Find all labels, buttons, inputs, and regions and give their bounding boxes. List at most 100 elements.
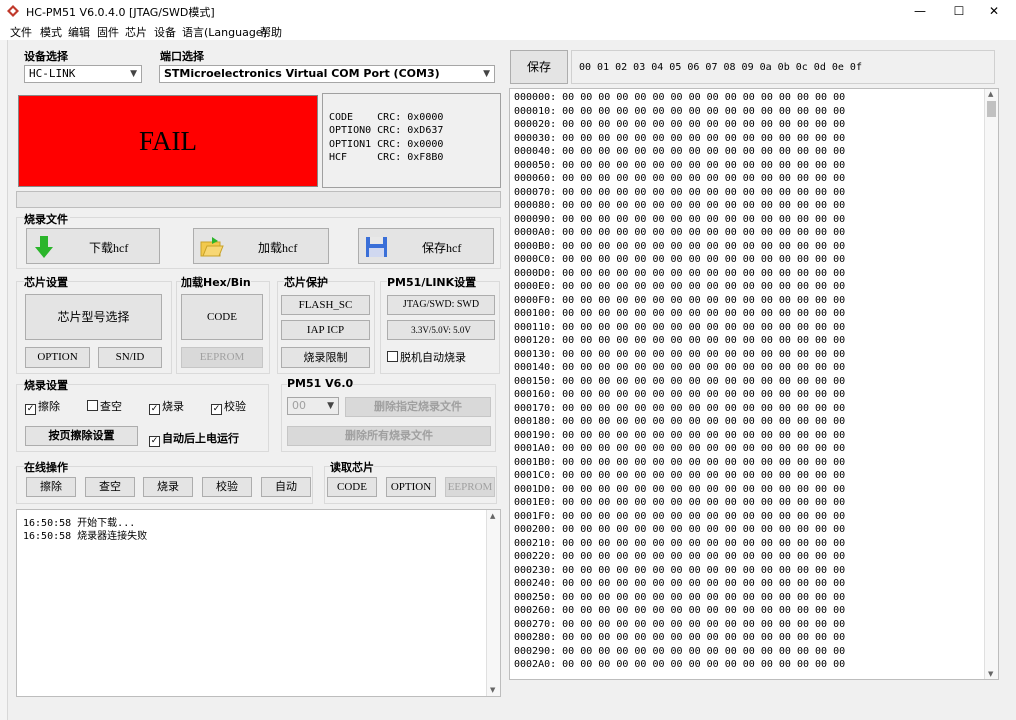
hex-row: 000230: 00 00 00 00 00 00 00 00 00 00 00… (514, 564, 846, 576)
hex-row: 000060: 00 00 00 00 00 00 00 00 00 00 00… (514, 173, 846, 184)
log-scrollbar[interactable]: ▲ ▼ (486, 510, 500, 696)
hex-row: 000050: 00 00 00 00 00 00 00 00 00 00 00… (514, 159, 846, 171)
hex-row: 0000F0: 00 00 00 00 00 00 00 00 00 00 00… (514, 294, 846, 306)
flash-sc-button[interactable]: FLASH_SC (281, 295, 370, 315)
hex-row: 000110: 00 00 00 00 00 00 00 00 00 00 00… (514, 321, 846, 333)
device-label: 设备选择 (24, 50, 68, 63)
check-icon: ✓ (149, 436, 160, 447)
burn-limit-button[interactable]: 烧录限制 (281, 347, 370, 368)
blank-check-checkbox[interactable]: 查空 (87, 398, 122, 414)
download-hcf-label: 下载hcf (89, 241, 129, 255)
scroll-up-icon[interactable]: ▲ (988, 90, 993, 98)
pm51link-label: PM51/LINK设置 (387, 274, 477, 290)
menu-device[interactable]: 设备 (154, 24, 176, 40)
verify-label: 校验 (224, 400, 246, 413)
hex-row: 0000C0: 00 00 00 00 00 00 00 00 00 00 00… (514, 254, 846, 265)
menu-language[interactable]: 语言(Language) (182, 24, 267, 40)
menu-file[interactable]: 文件 (10, 24, 32, 40)
load-eeprom-button[interactable]: EEPROM (181, 347, 263, 368)
pm51v6-select[interactable]: 00 ▼ (287, 397, 339, 415)
port-label: 端口选择 (160, 50, 204, 63)
port-select[interactable]: STMicroelectronics Virtual COM Port (COM… (159, 65, 495, 83)
verify-checkbox[interactable]: ✓ 校验 (211, 398, 246, 415)
folder-open-icon (200, 237, 224, 257)
hex-row: 000000: 00 00 00 00 00 00 00 00 00 00 00… (514, 92, 846, 103)
hex-row: 0001F0: 00 00 00 00 00 00 00 00 00 00 00… (514, 510, 846, 522)
hex-row: 0000D0: 00 00 00 00 00 00 00 00 00 00 00… (514, 267, 846, 279)
read-code-button[interactable]: CODE (327, 477, 377, 497)
hex-row: 000190: 00 00 00 00 00 00 00 00 00 00 00… (514, 429, 846, 441)
scroll-thumb[interactable] (987, 101, 996, 117)
hex-row: 000250: 00 00 00 00 00 00 00 00 00 00 00… (514, 591, 846, 603)
burn-checkbox[interactable]: ✓ 烧录 (149, 398, 184, 415)
erase-button[interactable]: 擦除 (26, 477, 76, 497)
log-panel[interactable]: 16:50:58 开始下载... 16:50:58 烧录器连接失败 ▲ ▼ (16, 509, 501, 697)
load-code-button[interactable]: CODE (181, 294, 263, 340)
scroll-down-icon[interactable]: ▼ (988, 670, 993, 678)
erase-label: 擦除 (38, 400, 60, 413)
menu-chip[interactable]: 芯片 (125, 24, 147, 40)
read-eeprom-button[interactable]: EEPROM (445, 477, 495, 497)
hex-row: 000090: 00 00 00 00 00 00 00 00 00 00 00… (514, 213, 846, 225)
minimize-button[interactable]: — (902, 0, 938, 22)
hex-save-button[interactable]: 保存 (510, 50, 568, 84)
burnfile-label: 烧录文件 (24, 211, 70, 227)
hex-row: 000020: 00 00 00 00 00 00 00 00 00 00 00… (514, 119, 846, 130)
hex-row: 000280: 00 00 00 00 00 00 00 00 00 00 00… (514, 632, 846, 643)
menu-edit[interactable]: 编辑 (68, 24, 90, 40)
checkbox-box (387, 351, 398, 362)
snid-button[interactable]: SN/ID (98, 347, 162, 368)
protect-label: 芯片保护 (284, 274, 328, 290)
hex-scrollbar[interactable]: ▲ ▼ (984, 89, 998, 679)
read-option-button[interactable]: OPTION (386, 477, 436, 497)
delete-all-button[interactable]: 删除所有烧录文件 (287, 426, 491, 446)
option-button[interactable]: OPTION (25, 347, 90, 368)
hex-row: 000040: 00 00 00 00 00 00 00 00 00 00 00… (514, 146, 846, 157)
hex-row: 000030: 00 00 00 00 00 00 00 00 00 00 00… (514, 132, 846, 144)
hex-row: 000100: 00 00 00 00 00 00 00 00 00 00 00… (514, 308, 846, 319)
close-button[interactable]: ✕ (976, 0, 1012, 22)
hex-row: 000260: 00 00 00 00 00 00 00 00 00 00 00… (514, 605, 846, 616)
crc-panel: CODE CRC: 0x0000 OPTION0 CRC: 0xD637 OPTIO… (322, 93, 501, 188)
hex-view[interactable]: 000000: 00 00 00 00 00 00 00 00 00 00 00… (509, 88, 999, 680)
jtag-swd-button[interactable]: JTAG/SWD: SWD (387, 295, 495, 315)
pm51v6-label: PM51 V6.0 (287, 377, 354, 390)
scroll-down-icon[interactable]: ▼ (490, 686, 495, 694)
menu-mode[interactable]: 模式 (40, 24, 62, 40)
hex-row: 000160: 00 00 00 00 00 00 00 00 00 00 00… (514, 389, 846, 400)
erase-checkbox[interactable]: ✓ 擦除 (25, 398, 60, 415)
device-select[interactable]: HC-LINK ▼ (24, 65, 142, 83)
autorun-checkbox[interactable]: ✓ 自动后上电运行 (149, 430, 239, 447)
iap-icp-button[interactable]: IAP ICP (281, 320, 370, 340)
progress-bar (16, 191, 501, 208)
window-title: HC-PM51 V6.0.4.0 [JTAG/SWD模式] (26, 6, 215, 19)
chevron-down-icon: ▼ (130, 69, 137, 79)
crc-hcf: HCF CRC: 0xF8B0 (329, 152, 444, 163)
verify-button[interactable]: 校验 (202, 477, 252, 497)
load-hcf-button[interactable]: 加载hcf (193, 228, 329, 264)
hex-row: 0001D0: 00 00 00 00 00 00 00 00 00 00 00… (514, 483, 846, 495)
maximize-button[interactable]: ☐ (941, 0, 977, 22)
page-erase-button[interactable]: 按页擦除设置 (25, 426, 138, 446)
blank-check-button[interactable]: 查空 (85, 477, 135, 497)
delete-file-button[interactable]: 删除指定烧录文件 (345, 397, 491, 417)
download-hcf-button[interactable]: 下载hcf (26, 228, 160, 264)
hex-row: 0001E0: 00 00 00 00 00 00 00 00 00 00 00… (514, 497, 846, 508)
title-bar: HC-PM51 V6.0.4.0 [JTAG/SWD模式] — ☐ ✕ (0, 0, 1016, 22)
voltage-button[interactable]: 3.3V/5.0V: 5.0V (387, 320, 495, 340)
chevron-down-icon: ▼ (483, 69, 490, 79)
burnset-label: 烧录设置 (24, 377, 68, 393)
menu-firmware[interactable]: 固件 (97, 24, 119, 40)
hex-row: 000010: 00 00 00 00 00 00 00 00 00 00 00… (514, 105, 846, 117)
auto-button[interactable]: 自动 (261, 477, 311, 497)
hex-row: 0001A0: 00 00 00 00 00 00 00 00 00 00 00… (514, 443, 846, 454)
menu-help[interactable]: 帮助 (260, 24, 282, 40)
hex-row: 0001B0: 00 00 00 00 00 00 00 00 00 00 00… (514, 456, 846, 468)
save-hcf-button[interactable]: 保存hcf (358, 228, 494, 264)
burn-button[interactable]: 烧录 (143, 477, 193, 497)
offline-auto-checkbox[interactable]: 脱机自动烧录 (387, 349, 466, 365)
scroll-up-icon[interactable]: ▲ (490, 512, 495, 520)
check-icon: ✓ (25, 404, 36, 415)
menu-bar: 文件 模式 编辑 固件 芯片 设备 语言(Language) 帮助 (0, 22, 1016, 40)
chip-model-button[interactable]: 芯片型号选择 (25, 294, 162, 340)
